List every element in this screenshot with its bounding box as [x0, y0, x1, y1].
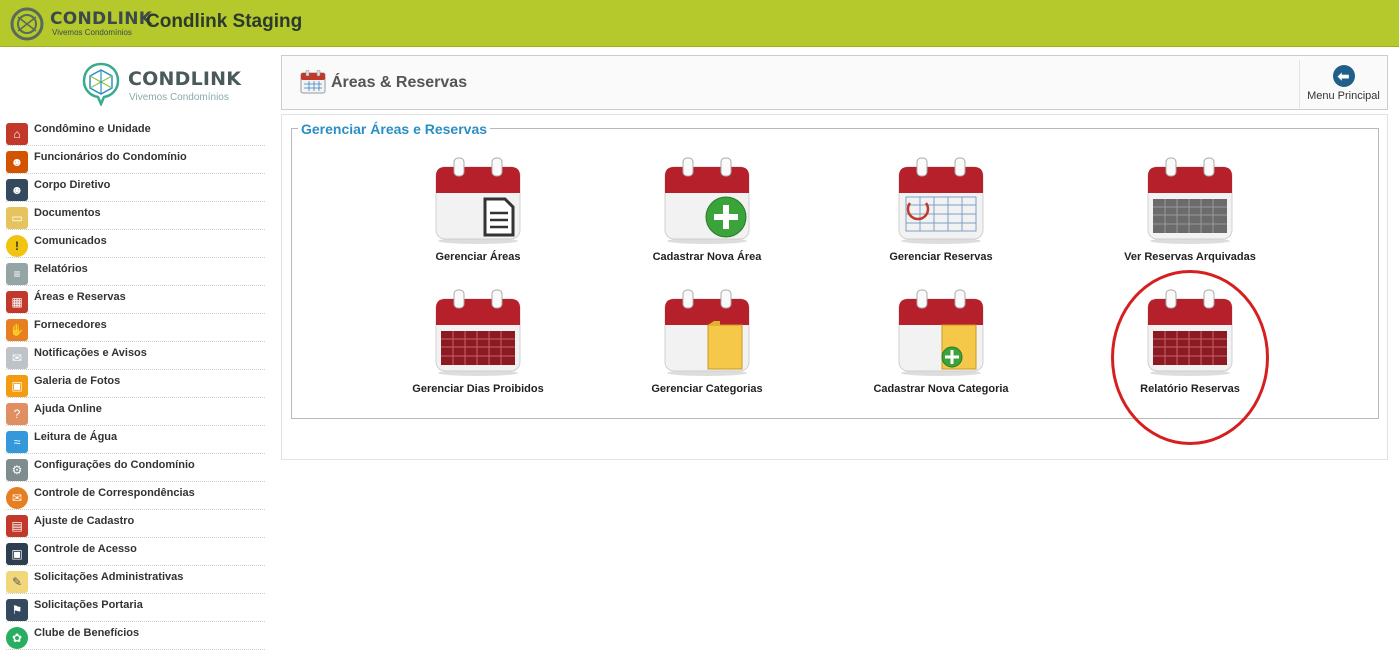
condlink-logo-icon: [10, 7, 44, 41]
sidebar-item-corpo-diretivo[interactable]: ☻ Corpo Diretivo: [6, 174, 265, 202]
register-icon: ▤: [6, 515, 28, 537]
tile-label: Gerenciar Áreas: [435, 251, 521, 263]
sidebar-item-solicitacoes-adm[interactable]: ✎ Solicitações Administrativas: [6, 566, 265, 594]
menu-principal-button[interactable]: ⬅ Menu Principal: [1299, 60, 1387, 108]
sidebar-item-galeria[interactable]: ▣ Galeria de Fotos: [6, 370, 265, 398]
report-icon: ≡: [6, 263, 28, 285]
calendar-grid-icon: [898, 157, 984, 244]
sidebar-item-ajuste-cadastro[interactable]: ▤ Ajuste de Cadastro: [6, 510, 265, 538]
sidebar-item-configuracoes[interactable]: ⚙ Configurações do Condomínio: [6, 454, 265, 482]
sidebar-item-condomino[interactable]: ⌂ Condômino e Unidade: [6, 118, 265, 146]
sidebar-item-clube-beneficios[interactable]: ✿ Clube de Benefícios: [6, 622, 265, 650]
calendar-archived-icon: [1147, 157, 1233, 244]
sidebar-item-correspondencias[interactable]: ✉ Controle de Correspondências: [6, 482, 265, 510]
sidebar-item-fornecedores[interactable]: ✋ Fornecedores: [6, 314, 265, 342]
calendar-icon: ▦: [6, 291, 28, 313]
tile-relatorio-reservas[interactable]: Relatório Reservas: [1090, 287, 1290, 395]
areas-reservas-fieldset: Gerenciar Áreas e Reservas Gerenciar Áre…: [291, 121, 1379, 419]
photos-icon: ▣: [6, 375, 28, 397]
page-title: Áreas & Reservas: [331, 74, 468, 91]
mail-icon: ✉: [6, 487, 28, 509]
menu-principal-label: Menu Principal: [1307, 90, 1380, 102]
fieldset-legend: Gerenciar Áreas e Reservas: [298, 121, 491, 137]
sidebar-item-controle-acesso[interactable]: ▣ Controle de Acesso: [6, 538, 265, 566]
sidebar-item-funcionarios[interactable]: ☻ Funcionários do Condomínio: [6, 146, 265, 174]
sidebar-menu: ⌂ Condômino e Unidade ☻ Funcionários do Co…: [6, 118, 265, 650]
condlink-balloon-icon: [82, 62, 120, 106]
tile-label: Gerenciar Categorias: [651, 383, 763, 395]
tile-cadastrar-nova-categoria[interactable]: Cadastrar Nova Categoria: [841, 287, 1041, 395]
sidebar-brand: CONDLINK: [128, 68, 242, 90]
calendar-report-icon: [1147, 289, 1233, 376]
tile-label: Gerenciar Dias Proibidos: [412, 383, 544, 395]
top-bar: CONDLINK Vivemos Condomínios Condlink St…: [0, 0, 1399, 47]
topbar-brand: CONDLINK: [50, 9, 153, 29]
calendar-document-icon: [435, 157, 521, 244]
sidebar-item-ajuda[interactable]: ? Ajuda Online: [6, 398, 265, 426]
access-icon: ▣: [6, 543, 28, 565]
water-icon: ≈: [6, 431, 28, 453]
tile-gerenciar-categorias[interactable]: Gerenciar Categorias: [607, 287, 807, 395]
tile-label: Cadastrar Nova Área: [652, 251, 762, 263]
calendar-blocked-icon: [435, 289, 521, 376]
settings-icon: ⚙: [6, 459, 28, 481]
tile-gerenciar-reservas[interactable]: Gerenciar Reservas: [841, 155, 1041, 263]
page-header: Áreas & Reservas ⬅ Menu Principal: [281, 55, 1388, 110]
sidebar-item-solicitacoes-portaria[interactable]: ⚑ Solicitações Portaria: [6, 594, 265, 622]
warning-icon: !: [6, 235, 28, 257]
tile-ver-reservas-arquivadas[interactable]: Ver Reservas Arquivadas: [1090, 155, 1290, 263]
tile-gerenciar-dias-proibidos[interactable]: Gerenciar Dias Proibidos: [378, 287, 578, 395]
sidebar-item-areas-reservas[interactable]: ▦ Áreas e Reservas: [6, 286, 265, 314]
sidebar-item-notificacoes[interactable]: ✉ Notificações e Avisos: [6, 342, 265, 370]
sidebar: CONDLINK Vivemos Condomínios ⌂ Condômino …: [0, 48, 272, 661]
tile-label: Ver Reservas Arquivadas: [1124, 251, 1256, 263]
notice-icon: ✉: [6, 347, 28, 369]
person-house-icon: ⌂: [6, 123, 28, 145]
staff-icon: ☻: [6, 151, 28, 173]
board-icon: ☻: [6, 179, 28, 201]
club-icon: ✿: [6, 627, 28, 649]
folder-icon: ▭: [6, 207, 28, 229]
calendar-folder-icon: [664, 289, 750, 376]
sidebar-item-comunicados[interactable]: ! Comunicados: [6, 230, 265, 258]
calendar-icon: [300, 70, 326, 94]
help-icon: ?: [6, 403, 28, 425]
tile-cadastrar-nova-area[interactable]: Cadastrar Nova Área: [607, 155, 807, 263]
calendar-folder-add-icon: [898, 289, 984, 376]
app-title: Condlink Staging: [146, 11, 303, 32]
tile-label: Relatório Reservas: [1140, 383, 1240, 395]
sidebar-item-documentos[interactable]: ▭ Documentos: [6, 202, 265, 230]
sidebar-item-leitura-agua[interactable]: ≈ Leitura de Água: [6, 426, 265, 454]
tile-gerenciar-areas[interactable]: Gerenciar Áreas: [378, 155, 578, 263]
request-icon: ✎: [6, 571, 28, 593]
sidebar-logo: CONDLINK Vivemos Condomínios: [82, 62, 242, 106]
handshake-icon: ✋: [6, 319, 28, 341]
tile-label: Gerenciar Reservas: [889, 251, 993, 263]
sidebar-tagline: Vivemos Condomínios: [129, 92, 229, 103]
sidebar-item-relatorios[interactable]: ≡ Relatórios: [6, 258, 265, 286]
calendar-add-icon: [664, 157, 750, 244]
gate-icon: ⚑: [6, 599, 28, 621]
arrow-left-icon: ⬅: [1332, 65, 1355, 87]
tile-label: Cadastrar Nova Categoria: [873, 383, 1009, 395]
topbar-tagline: Vivemos Condomínios: [52, 28, 132, 37]
main-panel: Gerenciar Áreas e Reservas Gerenciar Áre…: [281, 114, 1388, 460]
